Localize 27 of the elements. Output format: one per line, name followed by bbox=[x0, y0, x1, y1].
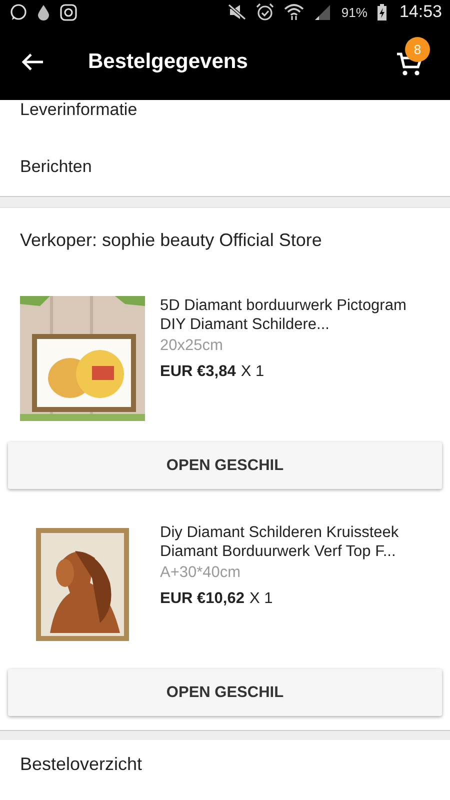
product-quantity: X 1 bbox=[240, 363, 264, 381]
menu-item[interactable]: Leverinformatie bbox=[0, 100, 450, 138]
chat-icon bbox=[10, 4, 27, 20]
section-title: Besteloverzicht bbox=[19, 753, 144, 775]
product-price: EUR €10,62 bbox=[160, 590, 244, 608]
product-variant: A+30*40cm bbox=[160, 564, 242, 582]
open-dispute-button[interactable]: OPEN GESCHIL bbox=[8, 669, 442, 716]
alarm-icon bbox=[256, 3, 274, 21]
back-button[interactable] bbox=[22, 53, 44, 71]
product-name[interactable]: 5D Diamant borduurwerk Pictogram DIY Diamant Schildere... bbox=[160, 296, 428, 334]
product-quantity: X 1 bbox=[249, 590, 273, 608]
product-price: EUR €3,84 bbox=[160, 363, 236, 381]
open-dispute-button[interactable]: OPEN GESCHIL bbox=[8, 442, 442, 489]
product-name[interactable]: Diy Diamant Schilderen Kruissteek Diamant Borduurwerk Verf Top F... bbox=[160, 523, 428, 561]
seller-title: Verkoper: sophie beauty Official Store bbox=[19, 229, 323, 252]
back-arrow-icon bbox=[22, 53, 44, 71]
mute-icon bbox=[228, 4, 246, 20]
battery-charging-icon bbox=[377, 4, 388, 20]
signal-icon bbox=[314, 4, 332, 20]
drop-icon bbox=[37, 4, 50, 20]
clock-time: 14:53 bbox=[399, 2, 442, 22]
battery-percentage: 91% bbox=[341, 4, 368, 20]
cart-count-badge: 8 bbox=[405, 37, 430, 62]
camera-icon bbox=[60, 4, 77, 20]
wifi-icon bbox=[284, 3, 304, 21]
product-variant: 20x25cm bbox=[160, 337, 224, 355]
page-title: Bestelgegevens bbox=[88, 50, 249, 74]
